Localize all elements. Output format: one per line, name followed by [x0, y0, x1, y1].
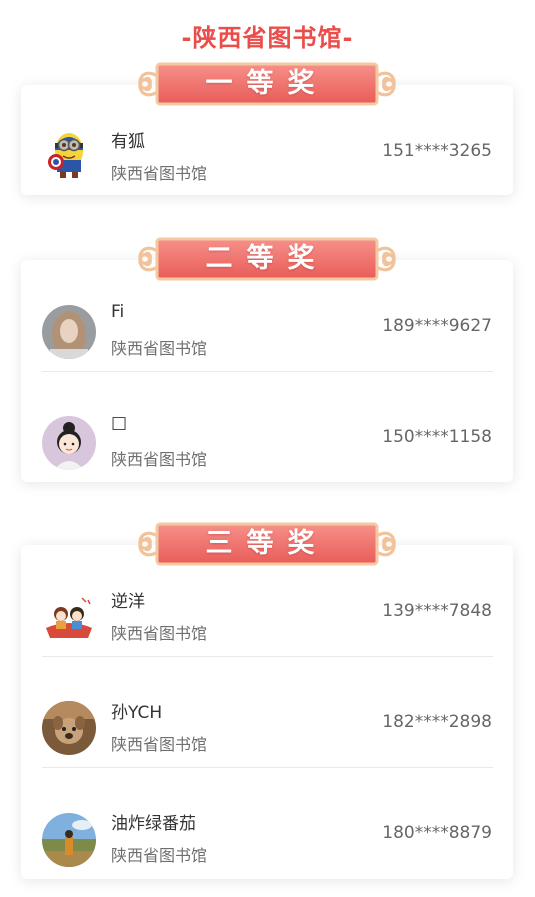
- winner-name: 有狐: [111, 132, 145, 152]
- minion-captain-avatar: [42, 126, 96, 180]
- winner-name: 油炸绿番茄: [111, 814, 196, 834]
- second-prize-label: 二等奖: [205, 243, 329, 274]
- winner-org: 陕西省图书馆: [111, 164, 208, 183]
- winner-name: 逆洋: [111, 592, 145, 612]
- winner-name: □: [111, 413, 128, 433]
- cartoon-girl-avatar: [42, 416, 96, 470]
- cartoon-couple-avatar: [42, 590, 96, 644]
- dog-photo-avatar: [42, 701, 96, 755]
- landscape-photo-avatar: [42, 813, 96, 867]
- second-prize-card: Fi 陕西省图书馆 189****9627 □ 陕西省图书馆 150****11…: [21, 260, 513, 482]
- third-prize-card: 逆洋 陕西省图书馆 139****7848 孙YCH 陕西省图书馆 182***…: [21, 545, 513, 879]
- first-prize-label: 一等奖: [205, 68, 329, 99]
- winner-row[interactable]: 油炸绿番茄 陕西省图书馆 180****8879: [21, 767, 513, 878]
- winner-org: 陕西省图书馆: [111, 846, 208, 865]
- winner-row[interactable]: □ 陕西省图书馆 150****1158: [21, 371, 513, 482]
- winner-phone: 139****7848: [382, 601, 492, 621]
- winner-name: 孙YCH: [111, 703, 163, 723]
- winner-phone: 150****1158: [382, 427, 492, 447]
- winner-org: 陕西省图书馆: [111, 624, 208, 643]
- page-title: -陕西省图书馆-: [181, 24, 354, 52]
- second-prize-banner: 二等奖: [131, 235, 403, 283]
- winner-org: 陕西省图书馆: [111, 339, 208, 358]
- third-prize-banner: 三等奖: [131, 520, 403, 568]
- winner-phone: 189****9627: [382, 316, 492, 336]
- winner-org: 陕西省图书馆: [111, 450, 208, 469]
- third-prize-label: 三等奖: [205, 528, 329, 559]
- girl-photo-avatar: [42, 305, 96, 359]
- winner-name: Fi: [111, 302, 125, 322]
- winner-row[interactable]: 孙YCH 陕西省图书馆 182****2898: [21, 656, 513, 767]
- winner-phone: 151****3265: [382, 141, 492, 161]
- winner-org: 陕西省图书馆: [111, 735, 208, 754]
- winner-phone: 182****2898: [382, 712, 492, 732]
- winner-phone: 180****8879: [382, 823, 492, 843]
- first-prize-banner: 一等奖: [131, 60, 403, 108]
